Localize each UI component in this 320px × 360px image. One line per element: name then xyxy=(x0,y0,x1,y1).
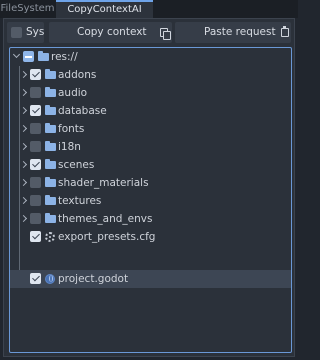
item-checkbox[interactable] xyxy=(30,159,41,170)
item-checkbox[interactable] xyxy=(30,195,41,206)
item-checkbox[interactable] xyxy=(30,87,41,98)
file-tree[interactable]: res:// addons audio database fonts i18n … xyxy=(9,47,292,353)
tree-item-label: themes_and_envs xyxy=(58,213,153,225)
chevron-right-icon[interactable] xyxy=(19,124,28,133)
item-checkbox[interactable] xyxy=(30,231,41,242)
folder-icon xyxy=(38,51,49,61)
folder-icon xyxy=(45,141,56,151)
tree-row-shader-materials[interactable]: shader_materials xyxy=(10,174,291,192)
tree-item-label: audio xyxy=(58,87,88,99)
sys-label: Sys xyxy=(26,26,45,38)
item-checkbox[interactable] xyxy=(30,177,41,188)
chevron-right-icon[interactable] xyxy=(19,214,28,223)
item-checkbox[interactable] xyxy=(30,273,41,284)
copy-icon xyxy=(160,28,171,40)
paste-request-label: Paste request xyxy=(204,26,276,38)
tree-item-label: shader_materials xyxy=(58,177,149,189)
tree-row-database[interactable]: database xyxy=(10,102,291,120)
tree-item-label: project.godot xyxy=(58,273,129,285)
tree-row-addons[interactable]: addons xyxy=(10,66,291,84)
folder-icon xyxy=(45,195,56,205)
paste-request-button[interactable]: Paste request xyxy=(175,22,291,43)
item-checkbox[interactable] xyxy=(30,141,41,152)
clipboard-icon xyxy=(281,26,289,37)
tree-item-label: database xyxy=(58,105,107,117)
tree-item-label: textures xyxy=(58,195,102,207)
tree-row-themes-and-envs[interactable]: themes_and_envs xyxy=(10,210,291,228)
chevron-down-icon[interactable] xyxy=(12,50,21,59)
folder-icon xyxy=(45,123,56,133)
tree-item-label: i18n xyxy=(58,141,81,153)
item-checkbox[interactable] xyxy=(30,213,41,224)
folder-icon xyxy=(45,69,56,79)
tree-item-label: fonts xyxy=(58,123,85,135)
tree-row-root[interactable]: res:// xyxy=(10,48,291,66)
root-checkbox[interactable] xyxy=(23,51,34,62)
tree-row-scenes[interactable]: scenes xyxy=(10,156,291,174)
item-checkbox[interactable] xyxy=(30,69,41,80)
sys-toggle[interactable]: Sys xyxy=(7,22,44,43)
folder-icon xyxy=(45,87,56,97)
godot-icon xyxy=(45,274,55,284)
tab-copycontextai[interactable]: CopyContextAI xyxy=(56,0,153,18)
copycontext-panel: Sys Copy context Paste request res:// ad… xyxy=(3,18,295,357)
copy-context-label: Copy context xyxy=(77,26,147,38)
tree-row-audio[interactable]: audio xyxy=(10,84,291,102)
tree-item-label: res:// xyxy=(51,51,78,63)
tab-filesystem[interactable]: FileSystem xyxy=(0,0,55,18)
chevron-right-icon[interactable] xyxy=(19,178,28,187)
folder-icon xyxy=(45,159,56,169)
chevron-right-icon[interactable] xyxy=(19,160,28,169)
folder-icon xyxy=(45,213,56,223)
chevron-right-icon[interactable] xyxy=(19,106,28,115)
gear-icon xyxy=(45,232,55,242)
tree-item-label: export_presets.cfg xyxy=(58,231,156,243)
item-checkbox[interactable] xyxy=(30,123,41,134)
tree-row-textures[interactable]: textures xyxy=(10,192,291,210)
tree-item-label: scenes xyxy=(58,159,95,171)
folder-icon xyxy=(45,177,56,187)
sys-checkbox[interactable] xyxy=(11,27,22,38)
tree-row-i18n[interactable]: i18n xyxy=(10,138,291,156)
copy-context-button[interactable]: Copy context xyxy=(49,22,172,43)
chevron-right-icon[interactable] xyxy=(19,88,28,97)
tree-row-project-godot[interactable]: project.godot xyxy=(10,270,291,288)
chevron-right-icon[interactable] xyxy=(19,70,28,79)
chevron-right-icon[interactable] xyxy=(19,196,28,205)
folder-icon xyxy=(45,105,56,115)
tree-item-label: addons xyxy=(58,69,97,81)
tree-row-fonts[interactable]: fonts xyxy=(10,120,291,138)
tab-bar: FileSystem CopyContextAI xyxy=(0,0,298,18)
tree-row-export-presets[interactable]: export_presets.cfg xyxy=(10,228,291,246)
item-checkbox[interactable] xyxy=(30,105,41,116)
chevron-right-icon[interactable] xyxy=(19,142,28,151)
toolbar: Sys Copy context Paste request xyxy=(4,19,294,46)
